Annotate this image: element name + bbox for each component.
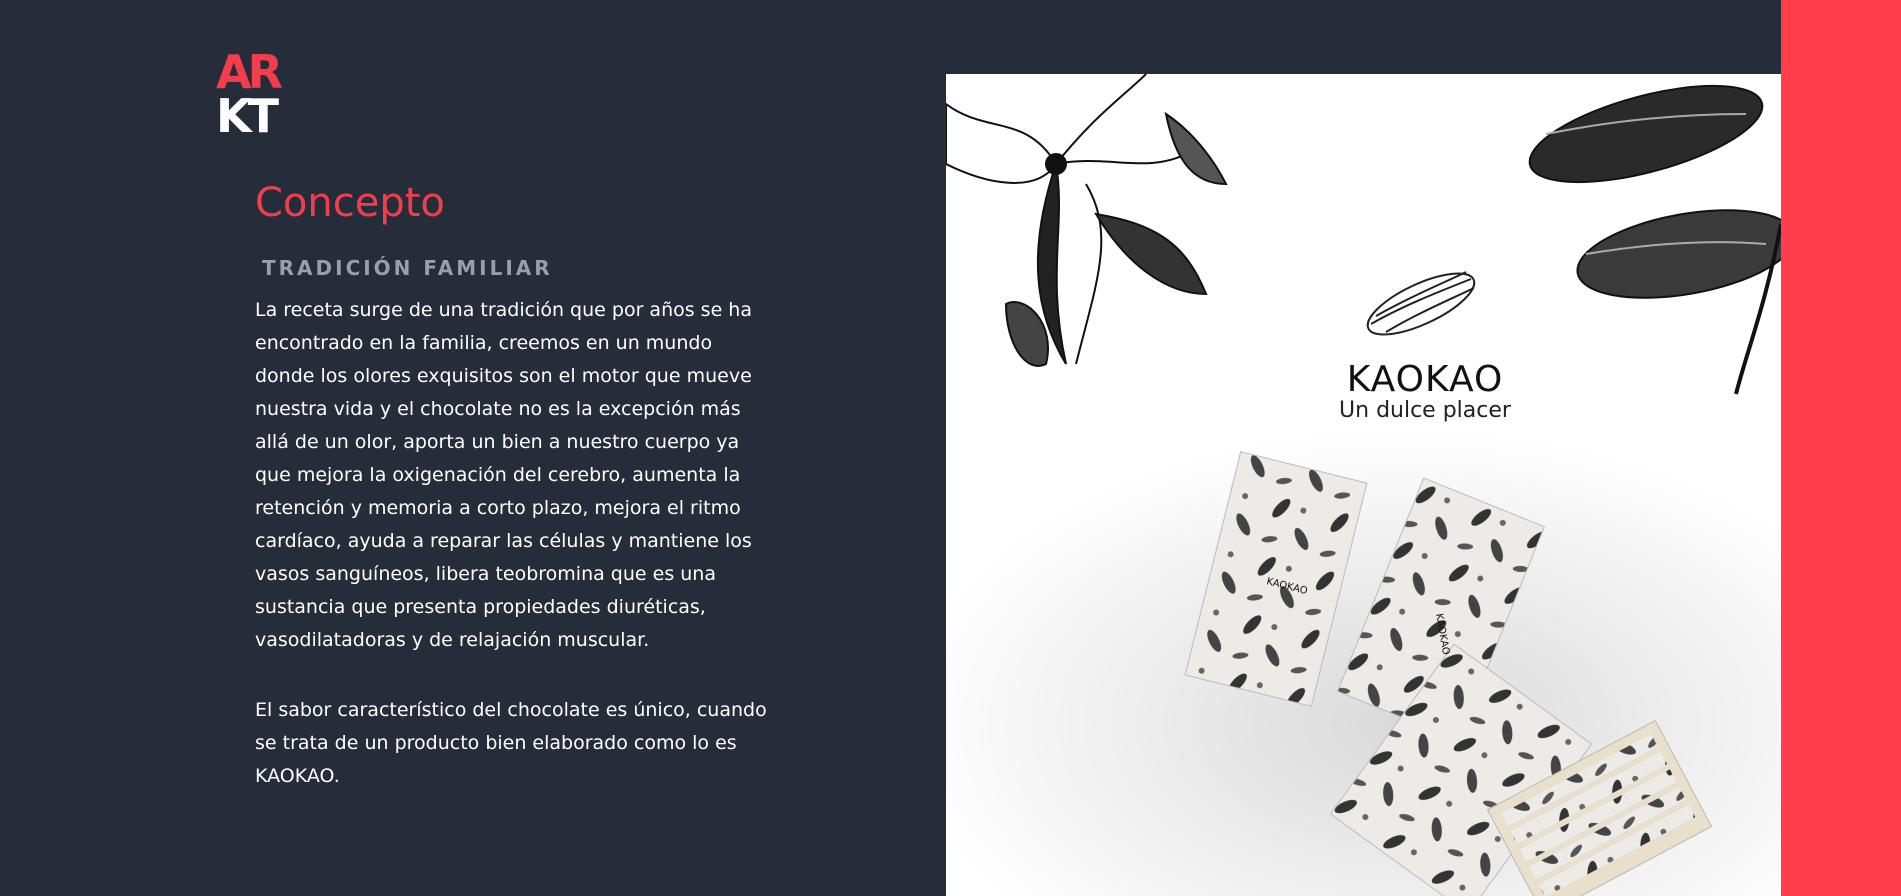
brand-mark: KAOKAO Un dulce placer — [1330, 359, 1520, 423]
product-name: KAOKAO — [1346, 359, 1504, 400]
cacao-pod-drawing — [1528, 84, 1781, 395]
logo[interactable]: AR KT — [216, 45, 296, 143]
section-subtitle: TRADICIÓN FAMILIAR — [262, 256, 553, 280]
cacao-flower-drawing — [946, 74, 1228, 367]
logo-bottom: KT — [216, 89, 279, 143]
section-title: Concepto — [255, 180, 445, 226]
cacao-bean-icon — [1366, 271, 1476, 336]
paragraph-2: El sabor característico del chocolate es… — [255, 699, 767, 787]
side-navigation: Portafolio Contacto — [1781, 0, 1901, 896]
nav-contacto[interactable]: Contacto — [1805, 416, 1901, 529]
nav-portafolio[interactable]: Portafolio — [1805, 262, 1901, 380]
product-image: KAOKAO KAOKAO KAOKAO Un dulce placer — [946, 74, 1781, 896]
product-tagline: Un dulce placer — [1339, 398, 1511, 423]
paragraph-1: La receta surge de una tradición que por… — [255, 299, 752, 651]
logo-top: AR — [216, 45, 283, 99]
product-illustration: KAOKAO KAOKAO — [946, 74, 1781, 896]
